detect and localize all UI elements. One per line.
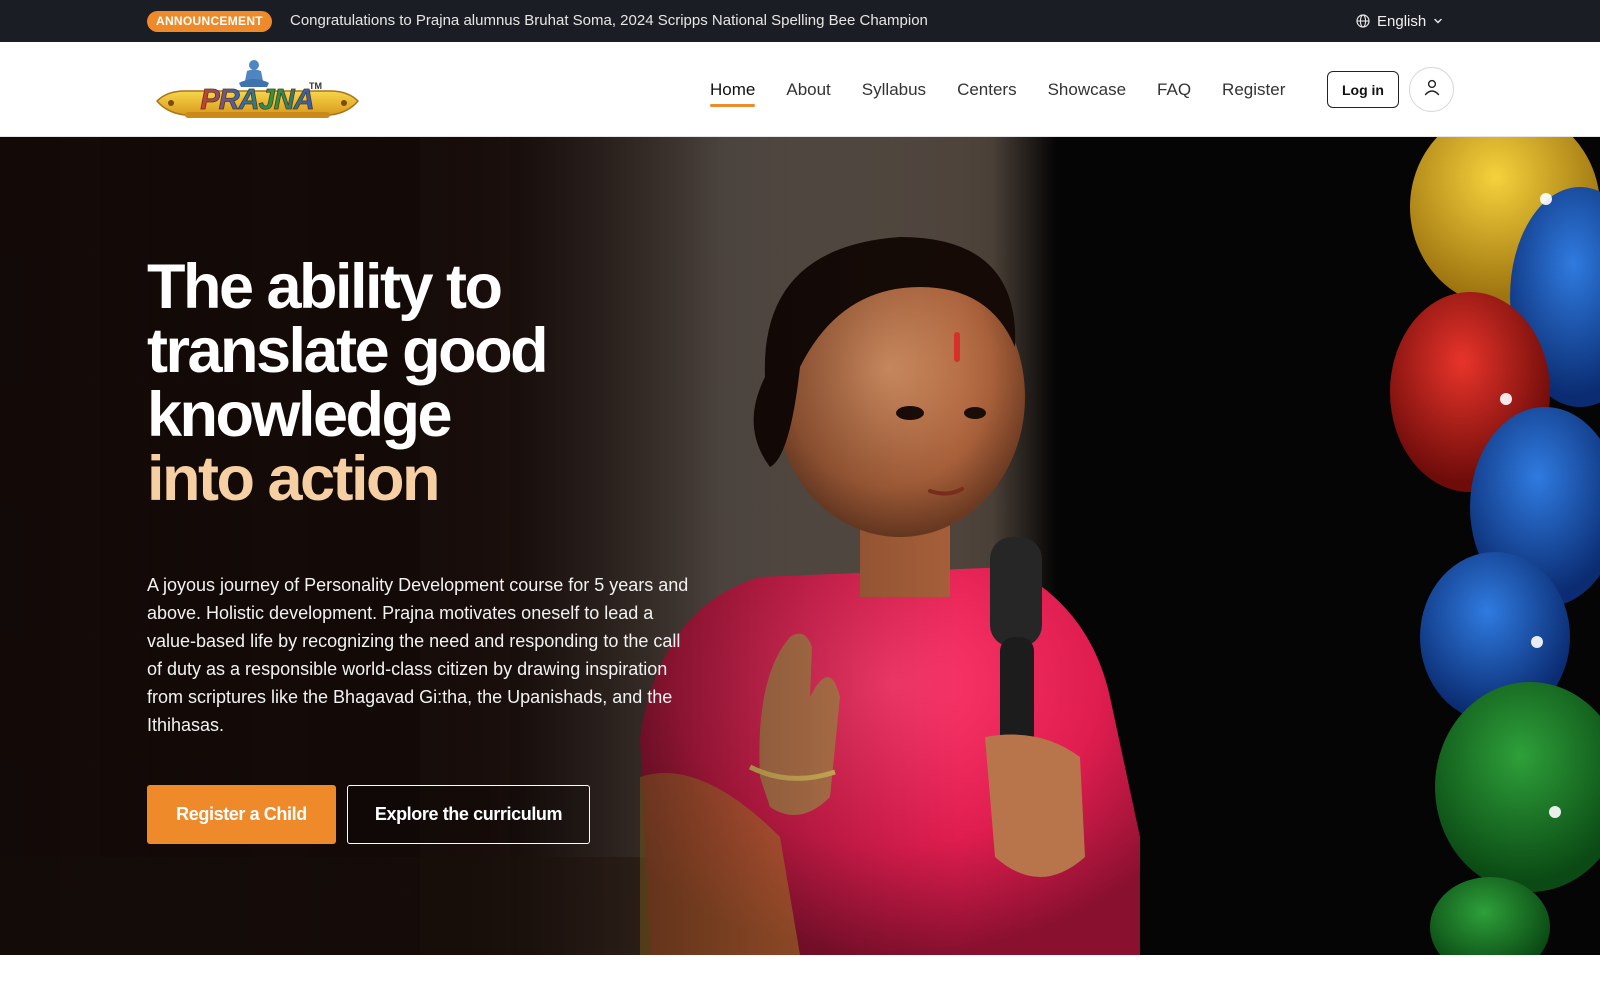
headline-line-2: translate good [147,316,549,386]
globe-icon [1356,14,1370,28]
login-button[interactable]: Log in [1327,71,1399,108]
nav-home[interactable]: Home [710,78,756,107]
announcement-text[interactable]: Congratulations to Prajna alumnus Bruhat… [290,0,928,42]
chevron-down-icon [1433,16,1443,26]
nav-centers[interactable]: Centers [957,78,1017,102]
nav-faq[interactable]: FAQ [1157,78,1191,102]
user-icon [1423,78,1441,101]
announcement-badge: ANNOUNCEMENT [147,11,272,32]
register-child-button[interactable]: Register a Child [147,785,336,844]
nav-showcase[interactable]: Showcase [1048,78,1126,102]
explore-curriculum-button[interactable]: Explore the curriculum [347,785,590,844]
svg-text:PRAJNA: PRAJNA [200,84,313,116]
headline-line-3: knowledge [147,380,453,450]
hero-section: The ability to translate good knowledge … [0,137,1600,955]
hero-description: A joyous journey of Personality Developm… [147,575,689,735]
account-button[interactable] [1409,67,1454,112]
main-nav: Home About Syllabus Centers Showcase FAQ… [710,42,1316,137]
headline-line-1: The ability to [147,252,503,322]
site-header: PRAJNA TM Home About Syllabus Centers Sh… [0,42,1600,137]
prajna-logo[interactable]: PRAJNA TM [155,57,360,127]
announcement-bar: ANNOUNCEMENT Congratulations to Prajna a… [0,0,1600,42]
svg-text:TM: TM [309,81,322,91]
language-selector[interactable]: English [1356,0,1443,42]
hero-headline: The ability to translate good knowledge … [147,255,707,511]
headline-accent: into action [147,444,440,514]
nav-register[interactable]: Register [1222,78,1285,102]
language-label: English [1377,12,1427,30]
nav-about[interactable]: About [786,78,830,102]
nav-syllabus[interactable]: Syllabus [862,78,926,102]
